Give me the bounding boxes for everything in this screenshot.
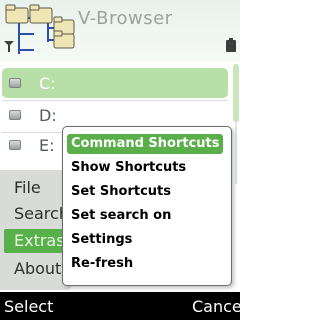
title-bar: V-Browser [0, 0, 240, 62]
phone-screen: V-Browser C: D: E: File Search Extras Ab… [0, 0, 240, 320]
select-softkey[interactable]: Select [4, 297, 53, 316]
submenu-item-set-search-on[interactable]: Set search on [71, 208, 171, 223]
battery-icon [226, 38, 236, 52]
submenu-item-settings[interactable]: Settings [71, 232, 132, 247]
menu-item-about[interactable]: About [14, 259, 61, 278]
submenu-item-refresh[interactable]: Re-fresh [71, 256, 133, 271]
drive-label: D: [39, 105, 57, 125]
scrollbar[interactable] [233, 64, 239, 184]
drive-label: E: [39, 135, 55, 155]
app-title: V-Browser [78, 8, 173, 29]
cancel-softkey[interactable]: Cancel [192, 297, 240, 316]
submenu-item-set-shortcuts[interactable]: Set Shortcuts [71, 184, 171, 199]
submenu-item-command-shortcuts[interactable]: Command Shortcuts [67, 134, 223, 154]
scroll-thumb[interactable] [233, 64, 239, 122]
drive-icon [9, 78, 21, 88]
softkey-bar: Select Cancel [0, 292, 240, 320]
submenu-item-show-shortcuts[interactable]: Show Shortcuts [71, 160, 186, 175]
menu-item-file[interactable]: File [14, 178, 41, 197]
drive-icon [9, 140, 21, 150]
drive-icon [9, 110, 21, 120]
drive-label: C: [39, 73, 56, 93]
menu-item-search[interactable]: Search [14, 204, 69, 223]
drive-row-c[interactable]: C: [2, 68, 228, 98]
extras-submenu: Command Shortcuts Show Shortcuts Set Sho… [62, 126, 232, 286]
signal-icon [4, 41, 14, 52]
